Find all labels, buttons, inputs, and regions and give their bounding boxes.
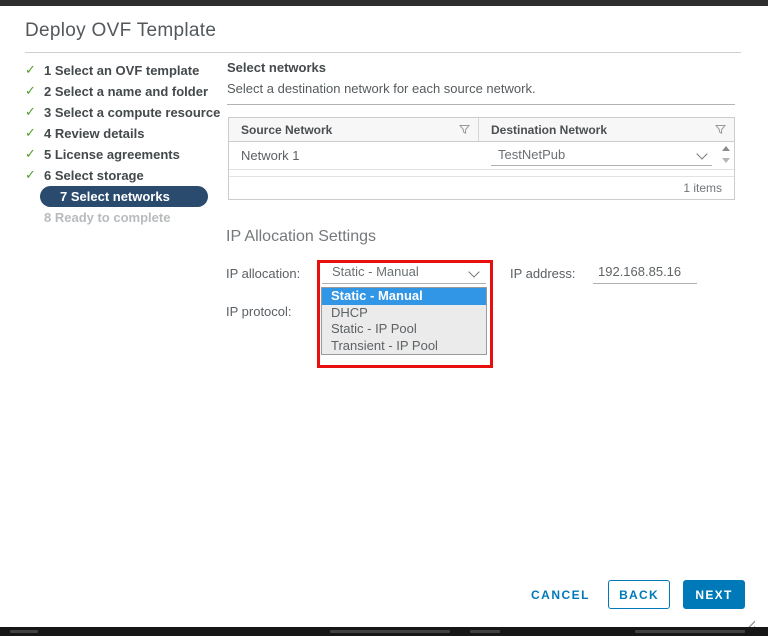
background-text-smudge: [470, 630, 500, 633]
dropdown-option-dhcp[interactable]: DHCP: [322, 305, 486, 322]
step-label: 1 Select an OVF template: [44, 63, 199, 78]
column-header-destination-network[interactable]: Destination Network: [479, 118, 734, 141]
ip-allocation-select[interactable]: Static - Manual: [322, 262, 486, 284]
ip-address-label: IP address:: [510, 266, 576, 281]
check-icon: ✓: [25, 84, 38, 99]
dialog-title: Deploy OVF Template: [25, 20, 216, 42]
step-license-agreements[interactable]: ✓ 5 License agreements: [25, 144, 180, 165]
step-review-details[interactable]: ✓ 4 Review details: [25, 123, 144, 144]
check-icon: ✓: [25, 63, 38, 78]
ip-protocol-label: IP protocol:: [226, 304, 292, 319]
ip-allocation-value: Static - Manual: [332, 264, 419, 279]
table-header-row: Source Network Destination Network: [229, 118, 734, 142]
back-button[interactable]: BACK: [608, 580, 670, 609]
ip-allocation-dropdown-list: Static - Manual DHCP Static - IP Pool Tr…: [321, 287, 487, 355]
chevron-down-icon: [696, 148, 707, 159]
check-icon: ✓: [25, 126, 38, 141]
filter-icon[interactable]: [715, 124, 726, 138]
ip-address-input[interactable]: 192.168.85.16: [593, 262, 697, 284]
row-scrollbar[interactable]: [719, 143, 732, 168]
section-heading: Select networks: [227, 60, 326, 75]
step-label: 4 Review details: [44, 126, 144, 141]
column-label: Destination Network: [491, 123, 607, 137]
ip-allocation-settings-heading: IP Allocation Settings: [226, 228, 376, 246]
title-divider: [25, 52, 741, 53]
dropdown-option-static-manual[interactable]: Static - Manual: [322, 288, 486, 305]
step-ready-to-complete: 8 Ready to complete: [44, 207, 170, 228]
background-text-smudge: [10, 630, 38, 633]
deploy-ovf-template-dialog: Deploy OVF Template ✓ 1 Select an OVF te…: [0, 6, 757, 627]
ip-allocation-label: IP allocation:: [226, 266, 300, 281]
step-select-name-folder[interactable]: ✓ 2 Select a name and folder: [25, 81, 208, 102]
step-select-compute-resource[interactable]: ✓ 3 Select a compute resource: [25, 102, 220, 123]
step-label: 3 Select a compute resource: [44, 105, 220, 120]
background-text-smudge: [330, 630, 450, 633]
column-header-source-network[interactable]: Source Network: [229, 118, 479, 141]
network-mapping-table: Source Network Destination Network Netwo…: [228, 117, 735, 200]
background-text-smudge: [635, 630, 745, 633]
step-select-networks-active[interactable]: 7 Select networks: [40, 186, 208, 207]
scroll-down-icon[interactable]: [722, 158, 730, 163]
check-icon: ✓: [25, 147, 38, 162]
table-row: Network 1 TestNetPub: [229, 142, 734, 170]
filter-icon[interactable]: [459, 124, 470, 138]
destination-network-cell: TestNetPub: [479, 142, 734, 169]
source-network-cell: Network 1: [229, 142, 479, 169]
cancel-button[interactable]: CANCEL: [531, 588, 590, 602]
step-label: 6 Select storage: [44, 168, 144, 183]
column-label: Source Network: [241, 123, 332, 137]
table-footer: 1 items: [229, 176, 734, 199]
items-count: 1 items: [683, 181, 722, 195]
source-network-value: Network 1: [241, 148, 300, 163]
chevron-down-icon: [468, 266, 479, 277]
check-icon: ✓: [25, 168, 38, 183]
section-subheading: Select a destination network for each so…: [227, 81, 536, 96]
step-label: 5 License agreements: [44, 147, 180, 162]
step-select-ovf-template[interactable]: ✓ 1 Select an OVF template: [25, 60, 199, 81]
background-bottom-bar: [0, 627, 768, 636]
step-label: 8 Ready to complete: [44, 210, 170, 225]
destination-network-value: TestNetPub: [498, 147, 565, 162]
next-button[interactable]: NEXT: [683, 580, 745, 609]
step-select-storage[interactable]: ✓ 6 Select storage: [25, 165, 144, 186]
ip-address-value: 192.168.85.16: [598, 264, 681, 279]
dropdown-option-transient-ip-pool[interactable]: Transient - IP Pool: [322, 338, 486, 355]
destination-network-select[interactable]: TestNetPub: [491, 145, 712, 166]
scroll-up-icon[interactable]: [722, 146, 730, 151]
step-label: 2 Select a name and folder: [44, 84, 208, 99]
section-divider: [227, 104, 735, 105]
check-icon: ✓: [25, 105, 38, 120]
dropdown-option-static-ip-pool[interactable]: Static - IP Pool: [322, 321, 486, 338]
